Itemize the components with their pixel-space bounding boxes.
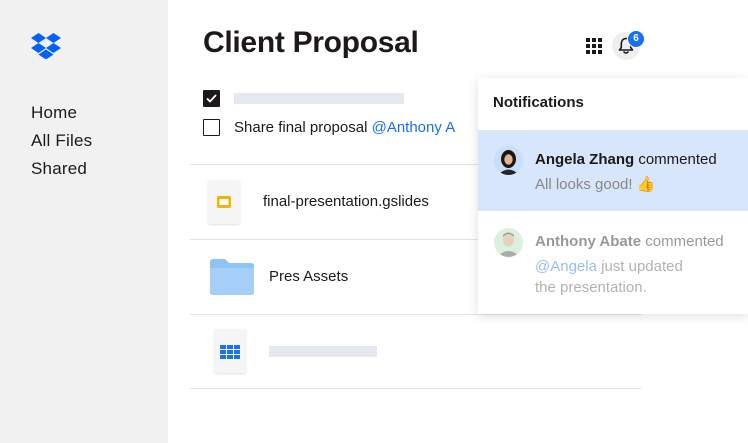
notification-title: Angela Zhang commented bbox=[535, 151, 717, 168]
task-label: Share final proposal bbox=[234, 119, 372, 136]
avatar bbox=[494, 228, 523, 257]
avatar bbox=[494, 146, 523, 175]
sidebar-item-shared[interactable]: Shared bbox=[31, 155, 92, 183]
file-row-gsheets[interactable] bbox=[190, 315, 641, 389]
notification-action: commented bbox=[634, 151, 717, 168]
sidebar: Home All Files Shared bbox=[0, 0, 168, 443]
task-checkbox-checked[interactable] bbox=[203, 90, 220, 107]
task-checkbox[interactable] bbox=[203, 119, 220, 136]
gslides-glyph bbox=[217, 196, 231, 208]
task-text-placeholder bbox=[234, 93, 404, 104]
notification-message-line2: the presentation. bbox=[535, 279, 647, 296]
file-name: Pres Assets bbox=[269, 268, 349, 285]
notification-mention-link[interactable]: @Angela bbox=[535, 258, 597, 275]
gslides-icon bbox=[208, 180, 240, 224]
notification-message: All looks good! 👍 bbox=[535, 176, 656, 193]
notification-title: Anthony Abate commented bbox=[535, 233, 724, 250]
sidebar-item-all-files[interactable]: All Files bbox=[31, 127, 92, 155]
divider bbox=[190, 388, 641, 389]
sidebar-nav: Home All Files Shared bbox=[31, 99, 92, 183]
gsheets-icon bbox=[214, 329, 246, 373]
page-title: Client Proposal bbox=[203, 26, 419, 59]
file-name-placeholder bbox=[269, 346, 377, 357]
sidebar-item-home[interactable]: Home bbox=[31, 99, 92, 127]
avatar-angela bbox=[494, 146, 523, 175]
folder-icon bbox=[210, 259, 254, 295]
notification-count-badge: 6 bbox=[627, 30, 645, 48]
notification-item[interactable]: Angela Zhang commented All looks good! 👍 bbox=[478, 130, 748, 211]
notifications-panel: Notifications Angela Zhang commented All… bbox=[478, 78, 748, 314]
task-item bbox=[203, 90, 503, 110]
notification-item[interactable]: Anthony Abate commented @Angela just upd… bbox=[478, 211, 748, 314]
dropbox-logo-icon[interactable] bbox=[31, 33, 61, 59]
grid-icon[interactable] bbox=[586, 38, 602, 54]
notification-message-text: just updated bbox=[596, 258, 683, 275]
notification-message: @Angela just updated bbox=[535, 256, 683, 277]
notification-action: commented bbox=[641, 233, 724, 250]
gsheets-glyph bbox=[220, 345, 240, 359]
task-item: Share final proposal @Anthony A bbox=[203, 119, 503, 139]
task-mention-link[interactable]: @Anthony A bbox=[372, 119, 456, 136]
task-text: Share final proposal @Anthony A bbox=[234, 119, 455, 137]
checkmark-icon bbox=[206, 94, 217, 103]
file-name: final-presentation.gslides bbox=[263, 193, 429, 210]
notifications-title: Notifications bbox=[493, 94, 584, 111]
notification-author: Angela Zhang bbox=[535, 151, 635, 168]
notification-author: Anthony Abate bbox=[535, 233, 642, 250]
avatar-anthony bbox=[494, 228, 523, 257]
